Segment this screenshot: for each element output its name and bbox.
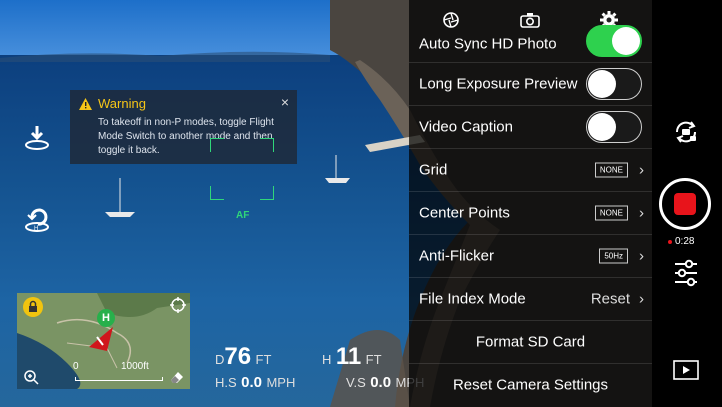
format-sd-card-button[interactable]: Format SD Card (409, 320, 652, 364)
vspeed-value: 0.0 (370, 374, 391, 391)
focus-label: AF (236, 210, 249, 221)
setting-label: Grid (419, 161, 447, 178)
hspeed-unit: MPH (266, 375, 295, 390)
setting-label: Long Exposure Preview (419, 75, 577, 92)
horizontal-speed-readout: H.S 0.0 MPH (215, 374, 295, 392)
playback-icon[interactable] (673, 360, 699, 380)
minimap[interactable]: H 0 1000ft (17, 293, 190, 389)
format-sd-card-label: Format SD Card (409, 333, 652, 350)
scale-start: 0 (73, 361, 79, 372)
setting-long-exposure-preview[interactable]: Long Exposure Preview (409, 62, 652, 106)
record-button[interactable] (659, 178, 711, 230)
vspeed-prefix: V.S (346, 375, 366, 390)
setting-label: File Index Mode (419, 290, 526, 307)
hspeed-prefix: H.S (215, 375, 237, 390)
aircraft-marker-icon (87, 323, 117, 353)
record-stop-icon (674, 193, 696, 215)
scale-end: 1000ft (121, 361, 149, 372)
camera-settings-sliders-icon[interactable] (673, 259, 699, 287)
height-prefix: H (322, 352, 331, 367)
lock-icon[interactable] (23, 297, 43, 317)
warning-close-button[interactable]: × (281, 94, 289, 110)
setting-grid[interactable]: Grid NONE › (409, 148, 652, 192)
scale-bar (75, 377, 163, 381)
return-home-icon[interactable]: H (22, 203, 52, 233)
setting-file-index-mode[interactable]: File Index Mode Reset › (409, 277, 652, 321)
svg-text:H: H (34, 226, 38, 232)
chevron-right-icon: › (639, 161, 644, 178)
record-timer: 0:28 (675, 236, 694, 247)
file-index-value: Reset (591, 290, 630, 307)
height-readout: H 11 FT (322, 343, 382, 371)
setting-label: Center Points (419, 204, 510, 221)
warning-title: Warning (98, 96, 146, 111)
camera-settings-panel: Auto Sync HD Photo Long Exposure Preview… (409, 0, 652, 407)
warning-icon (79, 97, 92, 115)
setting-label: Auto Sync HD Photo (419, 35, 557, 52)
setting-label: Anti-Flicker (419, 247, 494, 264)
grid-value-badge: NONE (595, 162, 628, 177)
center-points-value-badge: NONE (595, 205, 628, 220)
zoom-icon[interactable] (23, 369, 39, 385)
auto-sync-toggle[interactable] (586, 25, 642, 57)
setting-center-points[interactable]: Center Points NONE › (409, 191, 652, 235)
reset-camera-settings-label: Reset Camera Settings (409, 376, 652, 393)
long-exposure-toggle[interactable] (586, 68, 642, 100)
chevron-right-icon: › (639, 247, 644, 264)
recording-indicator (668, 240, 672, 244)
crosshair-icon[interactable] (169, 296, 187, 314)
reset-camera-settings-button[interactable]: Reset Camera Settings (409, 363, 652, 406)
hspeed-value: 0.0 (241, 374, 262, 391)
height-value: 11 (336, 343, 361, 370)
setting-auto-sync-hd-photo[interactable]: Auto Sync HD Photo (409, 25, 652, 63)
switch-camera-mode-icon[interactable] (671, 117, 701, 147)
distance-unit: FT (256, 352, 272, 367)
eraser-icon[interactable] (168, 369, 186, 385)
distance-value: 76 (224, 343, 251, 370)
setting-video-caption[interactable]: Video Caption (409, 105, 652, 149)
height-unit: FT (366, 352, 382, 367)
chevron-right-icon: › (639, 204, 644, 221)
focus-frame (210, 138, 274, 200)
anti-flicker-value-badge: 50Hz (599, 248, 628, 263)
distance-prefix: D (215, 352, 224, 367)
setting-anti-flicker[interactable]: Anti-Flicker 50Hz › (409, 234, 652, 278)
setting-label: Video Caption (419, 118, 513, 135)
takeoff-icon[interactable] (22, 122, 52, 152)
chevron-right-icon: › (639, 290, 644, 307)
distance-readout: D76 FT (215, 343, 271, 371)
video-caption-toggle[interactable] (586, 111, 642, 143)
